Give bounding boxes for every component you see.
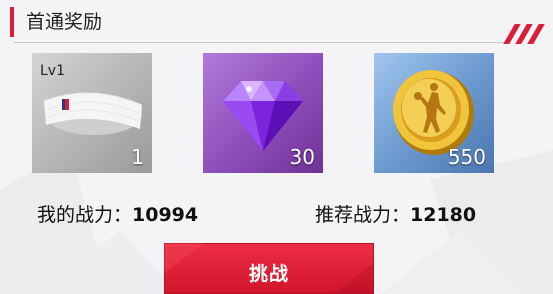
- recommended-power-label: 推荐战力：: [315, 204, 411, 226]
- section-title: 首通奖励: [26, 11, 103, 33]
- recommended-power-value: 12180: [410, 204, 477, 226]
- reward-item-coin[interactable]: 550: [374, 53, 494, 173]
- my-power: 我的战力：10994: [37, 202, 198, 228]
- my-power-label: 我的战力：: [37, 204, 133, 226]
- section-header: 首通奖励: [0, 0, 553, 44]
- reward-item-headband[interactable]: Lv1 1: [32, 53, 152, 173]
- challenge-button[interactable]: 挑战: [164, 243, 374, 294]
- reward-level: Lv1: [40, 63, 65, 79]
- reward-count: 30: [289, 145, 315, 169]
- header-divider: [14, 42, 510, 43]
- reward-count: 1: [131, 145, 144, 169]
- my-power-value: 10994: [132, 204, 199, 226]
- recommended-power: 推荐战力：12180: [315, 202, 476, 228]
- reward-item-gem[interactable]: 30: [203, 53, 323, 173]
- challenge-button-label: 挑战: [248, 263, 289, 285]
- reward-count: 550: [447, 145, 486, 169]
- header-accent-bar: [10, 7, 14, 37]
- header-stripes-decoration: [503, 24, 549, 44]
